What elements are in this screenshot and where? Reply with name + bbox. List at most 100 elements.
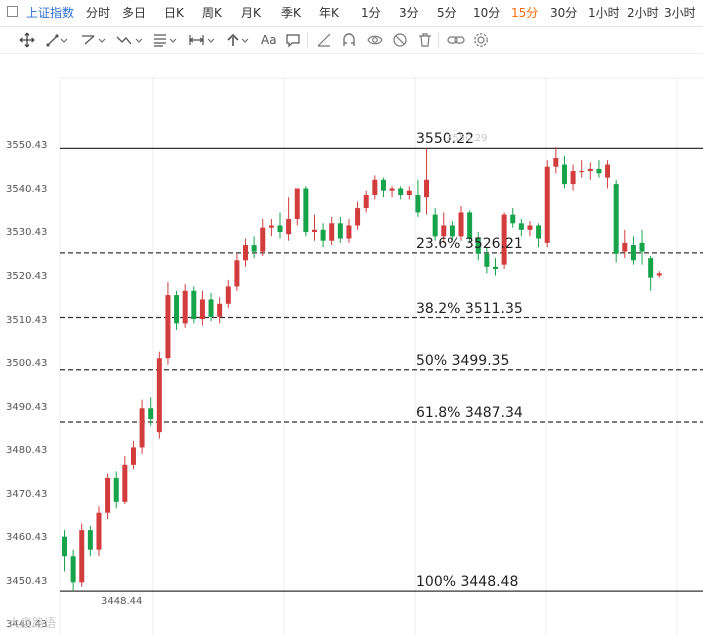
parallel-channel-icon[interactable] — [80, 30, 108, 50]
candle-body — [62, 536, 67, 557]
candle-body — [294, 188, 300, 219]
candlestick — [493, 258, 498, 276]
candle-body — [493, 266, 498, 269]
candle-body — [553, 158, 559, 167]
candle-body — [268, 225, 274, 228]
candle-body — [346, 225, 352, 239]
candle-body — [243, 245, 249, 261]
candle-body — [303, 188, 309, 232]
candlestick — [544, 160, 550, 248]
candle-body — [79, 530, 85, 583]
candle-body — [311, 229, 317, 232]
candle-body — [234, 260, 240, 287]
candlestick — [337, 216, 343, 243]
candle-body — [156, 358, 162, 433]
candlestick — [130, 440, 136, 470]
candlestick — [596, 160, 602, 178]
link-icon[interactable] — [446, 30, 466, 50]
candle-body — [458, 212, 464, 237]
candlestick — [639, 229, 645, 265]
candle-body — [182, 290, 188, 324]
price-tick-label: 3550.43 — [6, 140, 48, 152]
tab-period[interactable]: 多日 — [122, 4, 146, 21]
settings-icon[interactable] — [472, 30, 490, 50]
low-price-marker: 3448.44 — [101, 596, 143, 608]
line-tool-icon[interactable] — [45, 30, 69, 50]
tab-period[interactable]: 1小时 — [588, 4, 620, 21]
period-tab-bar: 上证指数 分时 多日 日K 周K 月K 季K 年K 1分 3分 5分 10分 15分 30分 1小时 2小时 3… — [0, 0, 703, 27]
candle-body — [605, 164, 611, 178]
tab-period[interactable]: 5分 — [437, 4, 457, 21]
ruler-icon[interactable] — [316, 30, 332, 50]
text-tool-icon[interactable]: Aa — [261, 30, 277, 50]
price-tick-label: 3540.43 — [6, 183, 48, 195]
candlestick — [355, 201, 361, 230]
candlestick — [579, 160, 585, 178]
tab-period[interactable]: 30分 — [550, 4, 577, 21]
candle-body — [570, 171, 576, 185]
tab-period[interactable]: 3分 — [399, 4, 419, 21]
fibonacci-level-label: 61.8% 3487.34 — [416, 405, 523, 421]
tab-period[interactable]: 15分 — [511, 4, 538, 21]
price-tick-label: 3470.43 — [6, 488, 48, 500]
watermark: 大盘路语 — [8, 616, 57, 630]
price-tick-label: 3530.43 — [6, 227, 48, 239]
candle-body — [415, 195, 421, 213]
candlestick — [346, 218, 352, 243]
visibility-icon[interactable] — [366, 30, 384, 50]
candlestick — [553, 147, 559, 174]
candlestick-chart[interactable] — [0, 54, 703, 635]
move-icon[interactable] — [18, 30, 36, 50]
candlestick — [320, 223, 326, 248]
tab-period[interactable]: 10分 — [473, 4, 500, 21]
measure-icon[interactable] — [188, 30, 218, 50]
tab-period[interactable]: 年K — [319, 4, 339, 21]
checkbox-icon[interactable] — [7, 6, 18, 17]
candle-body — [639, 242, 645, 252]
tab-index-name[interactable]: 上证指数 — [26, 4, 74, 21]
tab-period[interactable]: 日K — [164, 4, 184, 21]
candlestick — [225, 279, 231, 309]
tab-period[interactable]: 月K — [241, 4, 261, 21]
candlestick — [311, 214, 317, 241]
candle-body — [587, 168, 593, 172]
candlestick — [656, 271, 662, 278]
comment-icon[interactable] — [285, 30, 301, 50]
candle-body — [432, 214, 438, 237]
candlestick — [622, 229, 628, 259]
tab-period[interactable]: 3小时 — [664, 4, 696, 21]
candle-body — [389, 188, 395, 191]
candle-body — [518, 223, 524, 230]
candle-body — [199, 299, 205, 320]
arrow-up-icon[interactable] — [225, 30, 253, 50]
hide-icon[interactable] — [391, 30, 409, 50]
candlestick — [174, 290, 180, 330]
wave-tool-icon[interactable] — [115, 30, 145, 50]
candlestick — [182, 284, 188, 328]
tab-period[interactable]: 分时 — [86, 4, 110, 21]
candlestick — [113, 471, 119, 509]
fibonacci-icon[interactable] — [152, 30, 180, 50]
price-tick-label: 3450.43 — [6, 575, 48, 587]
candlestick — [424, 148, 430, 215]
magnet-icon[interactable] — [341, 30, 357, 50]
tab-period[interactable]: 2小时 — [627, 4, 659, 21]
candle-body — [441, 225, 447, 237]
delete-icon[interactable] — [417, 30, 433, 50]
candle-body — [286, 218, 292, 235]
candle-body — [355, 208, 361, 226]
tab-period[interactable]: 1分 — [361, 4, 381, 21]
tab-period[interactable]: 季K — [281, 4, 301, 21]
candlestick — [251, 236, 257, 259]
candlestick — [613, 179, 619, 263]
candle-body — [424, 179, 430, 198]
candlestick — [630, 236, 636, 265]
candlestick — [406, 186, 412, 200]
toolbar-divider — [438, 33, 439, 47]
candle-body — [148, 408, 154, 420]
price-tick-label: 3500.43 — [6, 358, 48, 370]
tab-period[interactable]: 周K — [202, 4, 222, 21]
candlestick — [156, 351, 162, 439]
candle-body — [380, 179, 386, 191]
candle-body — [527, 225, 533, 230]
